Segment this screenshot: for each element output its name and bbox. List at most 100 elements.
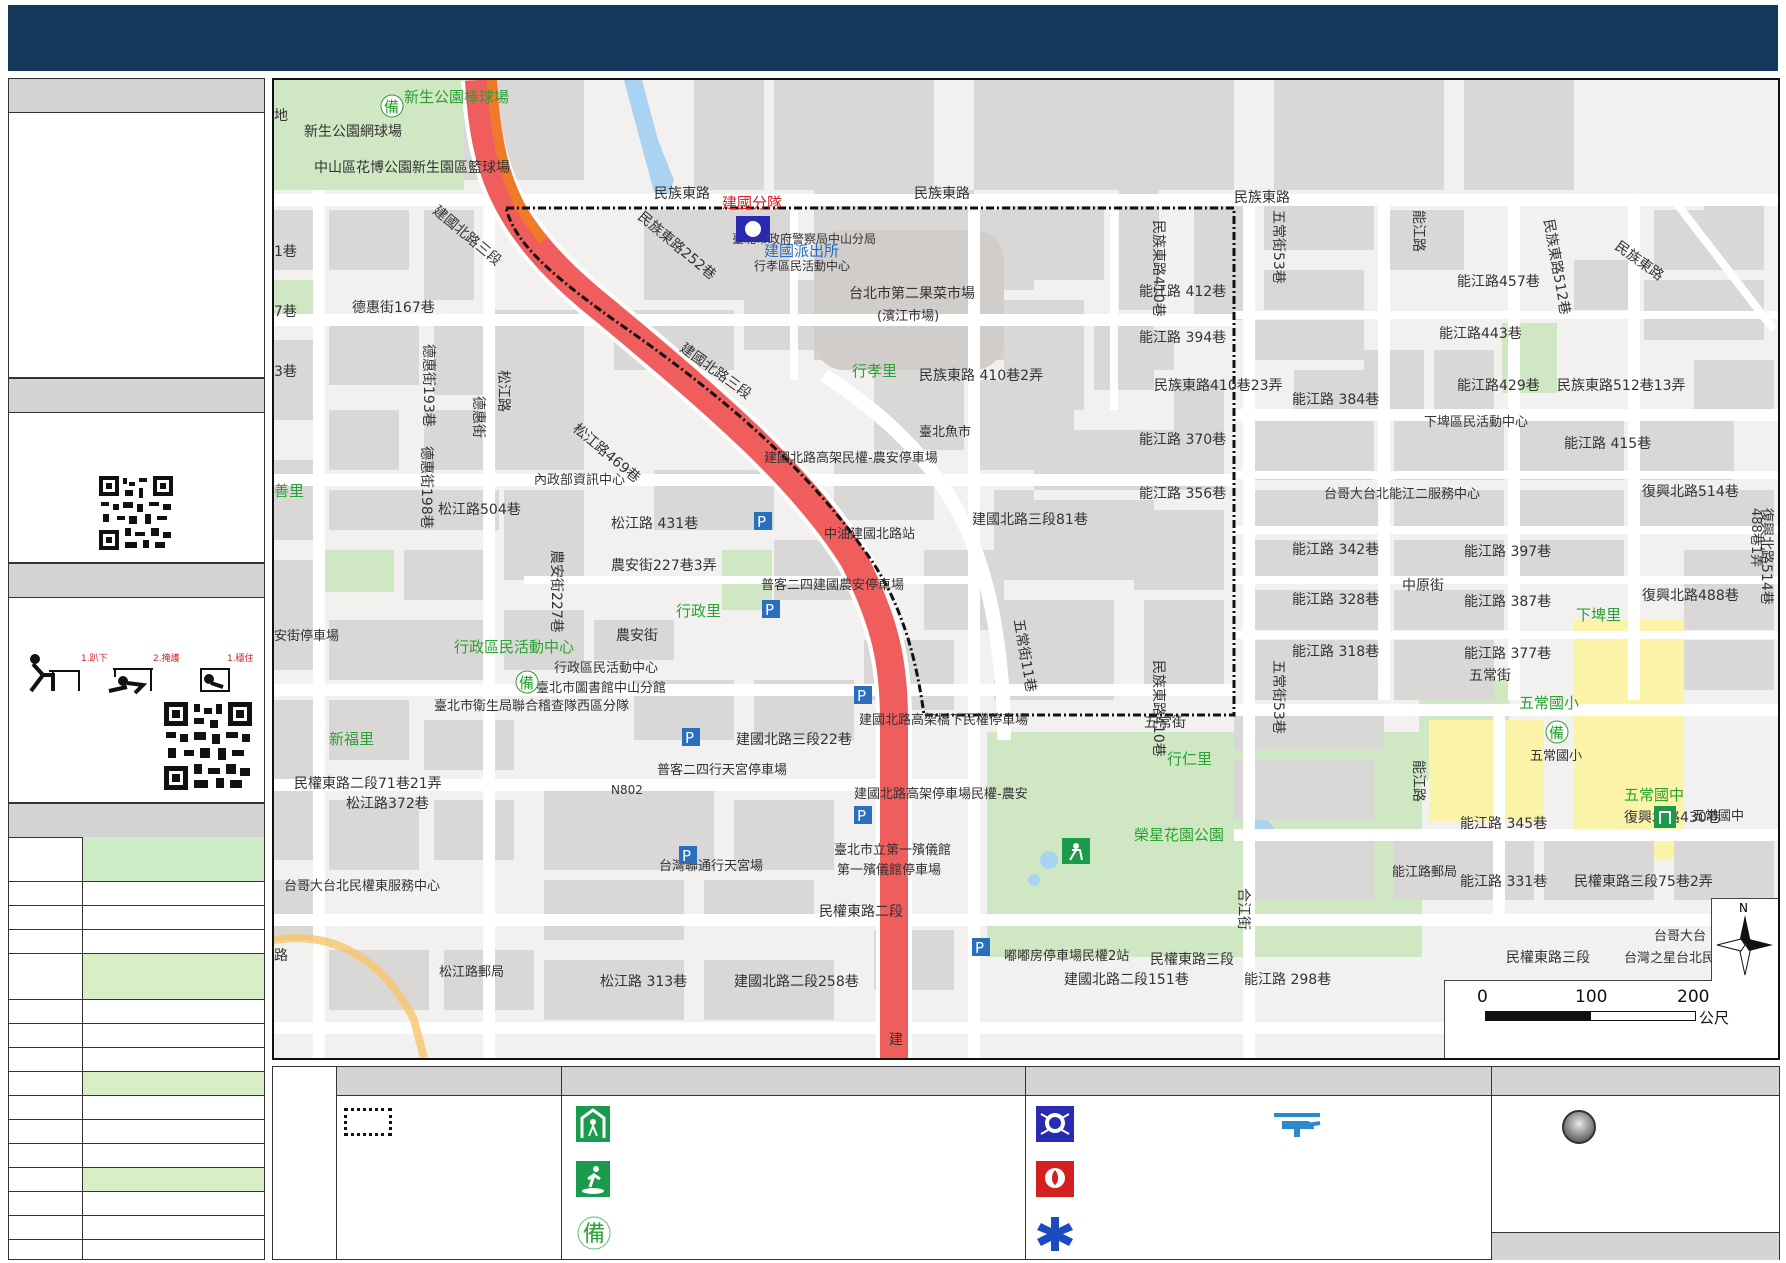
map-label: 臺北魚市 bbox=[919, 424, 971, 440]
map-label: 能江路 342巷 bbox=[1292, 542, 1379, 558]
table-row bbox=[9, 1024, 264, 1048]
drill-steps: 1.趴下 2.掩護 1.穩住 bbox=[29, 652, 253, 695]
map-label: 五常街53巷 bbox=[1270, 210, 1286, 284]
map-label: 復興北路488巷 bbox=[1642, 587, 1739, 604]
svg-text:P: P bbox=[975, 939, 984, 957]
scale-label-100: 100 bbox=[1575, 987, 1608, 1007]
map-view[interactable]: 新生公園棒球場 新生公園網球場 中山區花博公園新生園區籃球場 民族東路 民族東路… bbox=[272, 78, 1780, 1060]
boundary-legend-icon bbox=[344, 1108, 392, 1136]
map-label: 能江路 370巷 bbox=[1139, 432, 1226, 448]
map-label: 地 bbox=[274, 108, 288, 124]
map-label: 松江路 bbox=[495, 370, 511, 412]
parking-icon: P bbox=[679, 846, 697, 865]
table-row bbox=[9, 906, 264, 930]
svg-text:P: P bbox=[685, 729, 694, 747]
reserve-shelter-icon: 備 bbox=[380, 94, 404, 118]
map-label: 松江路372巷 bbox=[346, 796, 429, 812]
map-label: 善里 bbox=[274, 482, 304, 500]
svg-text:備: 備 bbox=[384, 98, 399, 116]
map-label: 中油建國北路站 bbox=[824, 526, 915, 542]
table-row bbox=[9, 1096, 264, 1120]
cover-icon bbox=[108, 668, 153, 695]
qr-panel-header bbox=[9, 379, 264, 413]
map-label: 第一殯儀館停車場 bbox=[837, 862, 941, 878]
map-label: 松江路郵局 bbox=[439, 964, 504, 980]
map-label: 台哥大台 bbox=[1654, 929, 1706, 944]
map-label: 臺北市衛生局聯合稽查隊西區分隊 bbox=[434, 698, 629, 714]
map-label: 下埤里 bbox=[1576, 606, 1621, 624]
map-label: 台灣之星台北民 bbox=[1624, 951, 1715, 966]
map-label: 五常國中 bbox=[1624, 786, 1684, 804]
map-label: 能江路 394巷 bbox=[1139, 330, 1226, 346]
map-label: 民族東路512巷13弄 bbox=[1557, 378, 1686, 394]
info-panel bbox=[8, 78, 265, 378]
school-area bbox=[1429, 720, 1544, 822]
drill-panel-header bbox=[9, 564, 264, 598]
drill-step-1: 1.趴下 bbox=[81, 653, 108, 664]
drill-step-2: 2.掩護 bbox=[153, 652, 180, 664]
map-label: 民權東路二段 bbox=[819, 904, 903, 920]
map-label: 能江路 345巷 bbox=[1460, 816, 1547, 832]
parking-icon: P bbox=[754, 512, 772, 531]
map-canvas[interactable]: 新生公園棒球場 新生公園網球場 中山區花博公園新生園區籃球場 民族東路 民族東路… bbox=[274, 80, 1778, 1058]
map-label: 能江路 bbox=[1410, 210, 1426, 252]
map-label: 能江路457巷 bbox=[1457, 274, 1540, 290]
map-label: 行仁里 bbox=[1167, 750, 1212, 768]
qr-code-icon[interactable] bbox=[164, 702, 252, 790]
table-panel-header bbox=[9, 804, 264, 838]
map-label: 路 bbox=[274, 948, 288, 964]
evacuation-shelter-icon bbox=[576, 1106, 610, 1142]
scale-bar: 0 100 200 公尺 bbox=[1444, 980, 1778, 1058]
parking-icon: P bbox=[762, 600, 780, 619]
svg-text:P: P bbox=[757, 513, 766, 531]
svg-text:備: 備 bbox=[1549, 724, 1564, 742]
map-label: 建國北路三段81巷 bbox=[972, 512, 1088, 528]
map-label: 中山區花博公園新生園區籃球場 bbox=[314, 159, 510, 176]
map-label: 建國北路三段22巷 bbox=[736, 732, 852, 748]
map-label: 松江路 313巷 bbox=[600, 974, 687, 990]
map-label: 行孝區民活動中心 bbox=[754, 258, 850, 273]
map-label: 松江路 431巷 bbox=[611, 516, 698, 532]
map-label: 五常國小 bbox=[1530, 749, 1582, 764]
map-label: 能江路443巷 bbox=[1439, 326, 1522, 342]
map-label: 能江路 298巷 bbox=[1244, 972, 1331, 988]
svg-text:備: 備 bbox=[583, 1222, 605, 1247]
map-label: 德惠街193巷 bbox=[420, 344, 436, 427]
table-row bbox=[9, 954, 264, 1000]
map-label: 1巷 bbox=[274, 244, 297, 260]
map-label: 能江路 328巷 bbox=[1292, 592, 1379, 608]
map-label: 能江路 356巷 bbox=[1139, 486, 1226, 502]
fire-station-icon bbox=[1036, 1161, 1074, 1197]
table-row bbox=[9, 882, 264, 906]
map-label: 復興北路514巷 bbox=[1758, 508, 1775, 605]
map-label: 臺北市圖書館中山分館 bbox=[536, 680, 666, 696]
map-label: 德惠街 bbox=[470, 396, 486, 438]
map-label: 普客二四建國農安停車場 bbox=[761, 577, 904, 593]
table-row bbox=[9, 1120, 264, 1144]
table-row bbox=[9, 1192, 264, 1216]
svg-text:P: P bbox=[682, 847, 691, 865]
map-label: 民權東路三段75巷2弄 bbox=[1574, 874, 1713, 890]
map-label: 建國北路高架橋下民權停車場 bbox=[859, 712, 1028, 728]
helicopter-icon bbox=[1274, 1113, 1321, 1137]
legend-footer bbox=[1492, 1232, 1779, 1260]
map-label: 民族東路 bbox=[1234, 190, 1290, 206]
map-label: 五常街53巷 bbox=[1270, 660, 1286, 734]
map-label: 民族東路 410巷2弄 bbox=[919, 368, 1043, 384]
legend-side bbox=[272, 1066, 337, 1260]
map-label: 德惠街198巷 bbox=[418, 446, 434, 529]
scale-label-200: 200 bbox=[1677, 987, 1710, 1007]
map-label: 民族東路410巷 bbox=[1150, 660, 1166, 757]
map-label: 建 bbox=[889, 1032, 903, 1048]
qr-code-icon[interactable] bbox=[99, 476, 173, 550]
qr-panel bbox=[8, 378, 265, 563]
map-label: 能江路 387巷 bbox=[1464, 594, 1551, 610]
map-label: 民族東路410巷 bbox=[1150, 220, 1166, 317]
map-label: 建國分隊 bbox=[722, 194, 782, 212]
map-label: 榮星花園公園 bbox=[1134, 826, 1224, 844]
table-row bbox=[9, 1240, 264, 1259]
title-bar bbox=[8, 5, 1778, 71]
map-label: 農安街 bbox=[616, 628, 658, 644]
map-label: 能江路 397巷 bbox=[1464, 544, 1551, 560]
map-label: 松江路504巷 bbox=[438, 502, 521, 518]
